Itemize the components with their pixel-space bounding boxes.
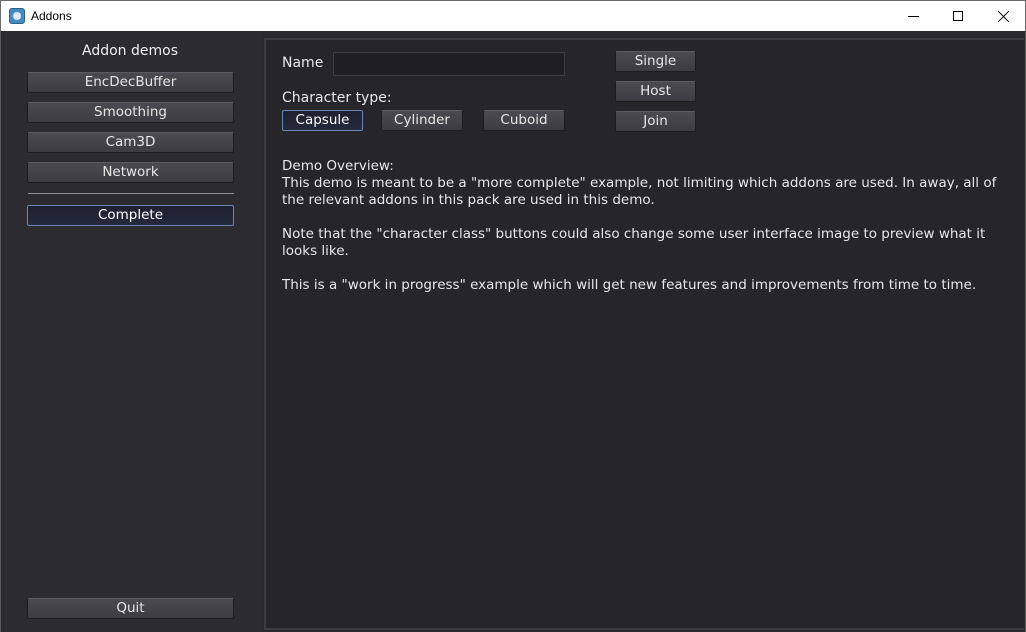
overview-paragraph-2: Note that the "character class" buttons …	[282, 226, 986, 259]
overview-heading: Demo Overview:	[282, 158, 394, 174]
godot-app-icon	[9, 8, 25, 24]
sidebar-item-network[interactable]: Network	[27, 162, 234, 183]
close-button[interactable]	[980, 1, 1026, 31]
single-button[interactable]: Single	[615, 51, 696, 72]
sidebar: Addon demos EncDecBuffer Smoothing Cam3D…	[2, 31, 261, 632]
sidebar-item-complete[interactable]: Complete	[27, 205, 234, 226]
overview-paragraph-3: This is a "work in progress" example whi…	[282, 277, 977, 293]
close-icon	[997, 10, 1010, 23]
demo-overview: Demo Overview: This demo is meant to be …	[282, 158, 1022, 294]
minimize-button[interactable]	[890, 1, 936, 31]
sidebar-item-smoothing[interactable]: Smoothing	[27, 102, 234, 123]
character-type-capsule-button[interactable]: Capsule	[282, 110, 363, 131]
window-title: Addons	[31, 9, 72, 23]
quit-button[interactable]: Quit	[27, 598, 234, 619]
main-panel: Name Character type: Capsule Cylinder Cu…	[264, 38, 1024, 630]
sidebar-item-encdecbuffer[interactable]: EncDecBuffer	[27, 72, 234, 93]
character-type-cylinder-button[interactable]: Cylinder	[381, 110, 463, 131]
window-client: Addon demos EncDecBuffer Smoothing Cam3D…	[0, 31, 1026, 632]
character-type-cuboid-button[interactable]: Cuboid	[483, 110, 565, 131]
sidebar-divider	[28, 193, 234, 194]
character-type-label: Character type:	[282, 90, 392, 106]
title-bar: Addons	[0, 0, 1026, 31]
sidebar-item-cam3d[interactable]: Cam3D	[27, 132, 234, 153]
name-input[interactable]	[333, 52, 565, 76]
name-label: Name	[282, 55, 324, 71]
join-button[interactable]: Join	[615, 111, 696, 132]
host-button[interactable]: Host	[615, 81, 696, 102]
maximize-button[interactable]	[935, 1, 981, 31]
minimize-icon	[907, 15, 919, 17]
sidebar-title: Addon demos	[82, 43, 178, 59]
overview-paragraph-1: This demo is meant to be a "more complet…	[282, 175, 997, 208]
maximize-icon	[953, 11, 963, 21]
